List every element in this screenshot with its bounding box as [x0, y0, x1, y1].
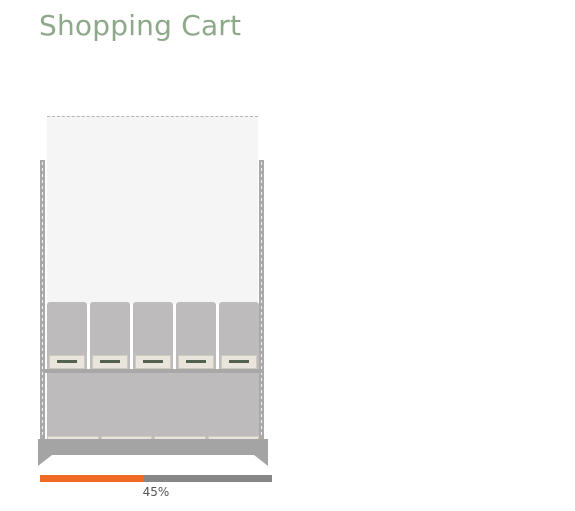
cart-post-right	[259, 160, 264, 440]
cart-post-left	[40, 160, 45, 440]
bin-label	[135, 355, 171, 369]
cart-bin[interactable]	[90, 302, 130, 369]
progress-label: 45%	[142, 485, 170, 499]
progress-fill	[40, 475, 145, 482]
bin-label	[178, 355, 214, 369]
bin-label	[221, 355, 257, 369]
page: Shopping Cart 45%	[0, 0, 575, 511]
cart-upper-space	[47, 116, 258, 304]
progress-bar	[40, 475, 272, 482]
bin-label	[92, 355, 128, 369]
page-title: Shopping Cart	[39, 9, 242, 42]
cart-base-plate	[38, 439, 268, 455]
top-bin-row	[47, 302, 259, 369]
bin-label	[49, 355, 85, 369]
shopping-cart-illustration	[36, 112, 272, 472]
cart-base	[38, 439, 268, 466]
cart-bin[interactable]	[219, 302, 259, 369]
cart-foot-left	[38, 455, 52, 466]
cart-bin[interactable]	[133, 302, 173, 369]
cart-foot-right	[254, 455, 268, 466]
cart-bin[interactable]	[176, 302, 216, 369]
cart-bin[interactable]	[47, 302, 87, 369]
